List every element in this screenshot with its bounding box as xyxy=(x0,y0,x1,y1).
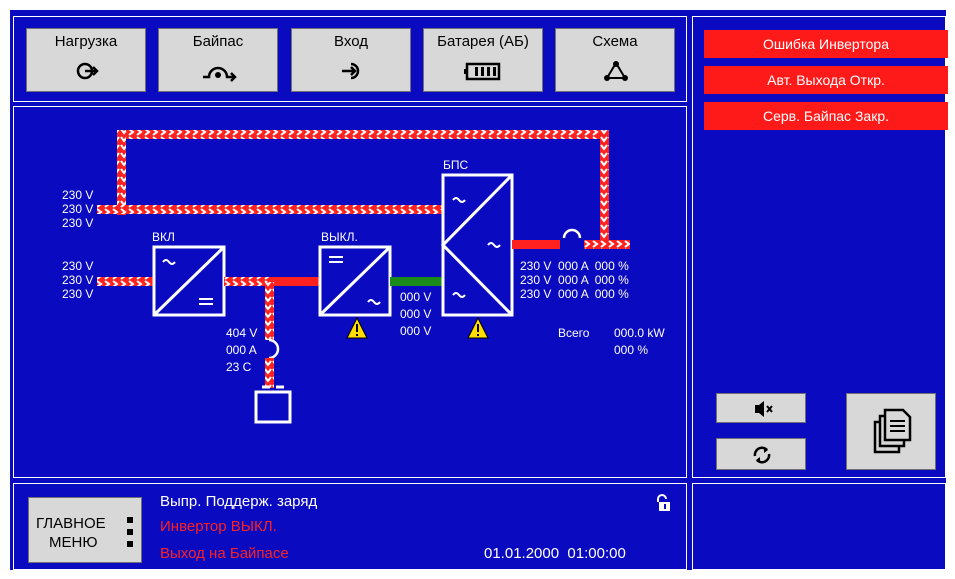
menu-dots-icon xyxy=(127,517,133,547)
tab-schema[interactable]: Схема xyxy=(555,28,675,92)
main-menu-label-2: МЕНЮ xyxy=(49,534,98,551)
lock-icon xyxy=(657,494,670,511)
status-line-bypass: Выход на Байпасе xyxy=(160,545,289,562)
total-label: Всего xyxy=(558,326,590,340)
inverter-voltage-1: 000 V xyxy=(400,290,432,304)
schema-icon xyxy=(604,61,628,81)
log-button[interactable] xyxy=(846,393,936,470)
alarm-auto-output-open: Авт. Выхода Откр. xyxy=(704,66,948,94)
main-menu-label-1: ГЛАВНОЕ xyxy=(36,515,106,532)
total-power: 000.0 kW xyxy=(614,326,665,340)
input-icon xyxy=(342,62,360,80)
inverter-voltage-2: 000 V xyxy=(400,307,432,321)
tab-input[interactable]: Вход xyxy=(291,28,411,92)
bypass-icon xyxy=(203,66,237,82)
reset-button[interactable] xyxy=(716,438,806,470)
inverter-voltage-3: 000 V xyxy=(400,324,432,338)
alarm-service-bypass-closed: Серв. Байпас Закр. xyxy=(704,102,948,130)
static-switch-label: БПС xyxy=(443,158,469,172)
documents-icon xyxy=(873,408,912,454)
bypass-voltage-3: 230 V xyxy=(62,216,94,230)
main-menu-button[interactable]: ГЛАВНОЕ МЕНЮ xyxy=(28,497,142,563)
load-output-icon xyxy=(76,62,99,80)
output-row-3: 230 V 000 A 000 % xyxy=(520,287,629,301)
bypass-voltage-2: 230 V xyxy=(62,202,94,216)
input-voltage-2: 230 V xyxy=(62,273,94,287)
tab-schema-label: Схема xyxy=(592,33,638,50)
status-line-inverter: Инвертор ВЫКЛ. xyxy=(160,518,277,535)
tab-bypass-label: Байпас xyxy=(192,33,244,50)
output-row-2: 230 V 000 A 000 % xyxy=(520,273,629,287)
datetime: 01.01.2000 01:00:00 xyxy=(484,545,626,562)
input-voltage-3: 230 V xyxy=(62,287,94,301)
battery-current: 000 A xyxy=(226,343,257,357)
mute-button[interactable] xyxy=(716,393,806,423)
tab-load-label: Нагрузка xyxy=(54,33,118,50)
mute-icon xyxy=(755,401,773,417)
tab-battery-label: Батарея (АБ) xyxy=(437,33,529,50)
refresh-icon xyxy=(753,446,771,464)
tab-input-label: Вход xyxy=(334,33,368,50)
battery-icon xyxy=(464,62,501,81)
battery-temperature: 23 C xyxy=(226,360,252,374)
inverter-label: ВЫКЛ. xyxy=(321,230,358,244)
tab-bypass[interactable]: Байпас xyxy=(158,28,278,92)
bypass-voltage-1: 230 V xyxy=(62,188,94,202)
battery-voltage: 404 V xyxy=(226,326,258,340)
alarm-inverter-error: Ошибка Инвертора xyxy=(704,30,948,58)
output-row-1: 230 V 000 A 000 % xyxy=(520,259,629,273)
total-percent: 000 % xyxy=(614,343,649,357)
input-voltage-1: 230 V xyxy=(62,259,94,273)
aux-panel xyxy=(692,483,946,570)
status-line-charge: Выпр. Поддерж. заряд xyxy=(160,493,318,510)
tab-load[interactable]: Нагрузка xyxy=(26,28,146,92)
tab-battery[interactable]: Батарея (АБ) xyxy=(423,28,543,92)
rectifier-label: ВКЛ xyxy=(152,230,175,244)
